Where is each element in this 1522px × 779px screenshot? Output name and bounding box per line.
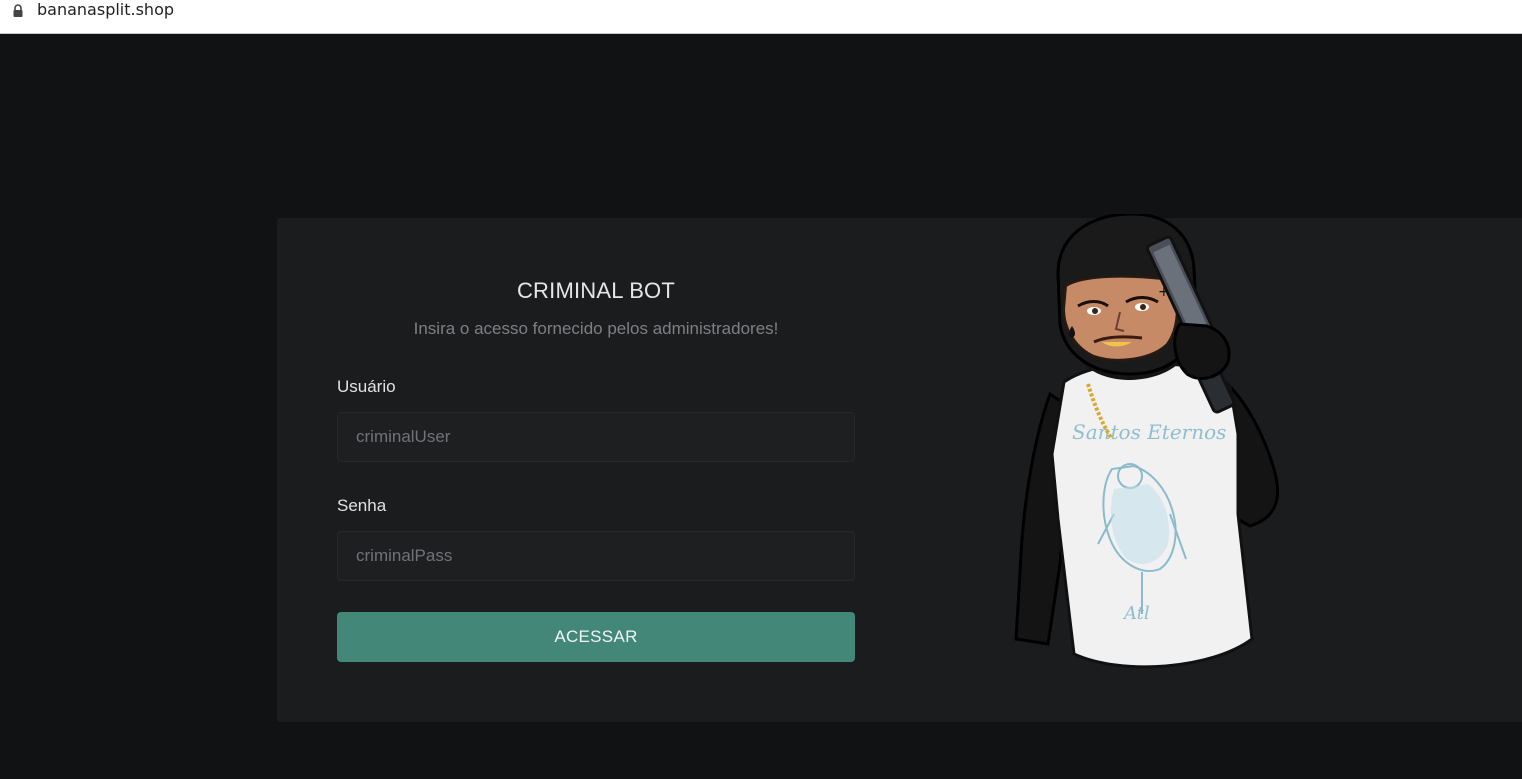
browser-address-bar[interactable]: bananasplit.shop: [0, 0, 1522, 34]
password-input[interactable]: [337, 531, 855, 581]
page-title: CRIMINAL BOT: [516, 278, 676, 303]
mascot-illustration: Santos Eternos Atl +: [1014, 214, 1280, 669]
username-input[interactable]: [337, 412, 855, 462]
password-label: Senha: [337, 496, 387, 515]
url-text[interactable]: bananasplit.shop: [37, 0, 174, 20]
lock-icon: [13, 4, 23, 17]
submit-button[interactable]: ACESSAR: [337, 612, 855, 662]
username-label: Usuário: [337, 377, 396, 396]
shirt-print-small-text: Atl: [1122, 603, 1150, 624]
shirt-print-text: Santos Eternos: [1072, 420, 1226, 444]
login-card: CRIMINAL BOT Insira o acesso fornecido p…: [277, 214, 1522, 722]
page-subtitle: Insira o acesso fornecido pelos administ…: [413, 319, 779, 338]
page-background: CRIMINAL BOT Insira o acesso fornecido p…: [0, 34, 1522, 779]
